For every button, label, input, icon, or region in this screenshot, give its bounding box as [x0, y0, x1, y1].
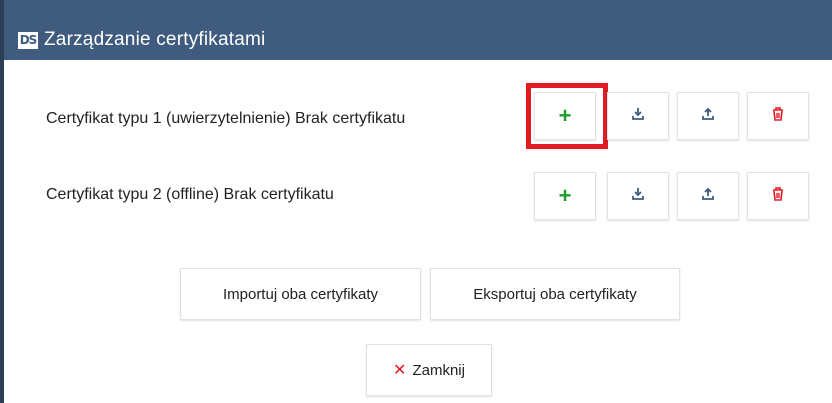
- dialog-title: Zarządzanie certyfikatami: [44, 29, 266, 50]
- import-both-label: Importuj oba certyfikaty: [222, 285, 379, 303]
- download-certificate-type2-button[interactable]: [607, 172, 669, 220]
- certificate-type2-label: Certyfikat typu 2 (offline) Brak certyfi…: [46, 186, 334, 203]
- plus-icon: +: [558, 103, 572, 128]
- delete-certificate-type2-button[interactable]: [747, 172, 809, 220]
- certificate-type1-label: Certyfikat typu 1 (uwierzytelnienie) Bra…: [46, 110, 406, 127]
- trash-icon: [771, 106, 785, 127]
- upload-icon: [701, 107, 715, 126]
- import-both-certificates-button[interactable]: Importuj oba certyfikaty: [180, 268, 421, 320]
- app-logo: DS: [18, 32, 38, 49]
- upload-certificate-type2-button[interactable]: [677, 172, 739, 220]
- certificate-management-dialog: DS Zarządzanie certyfikatami Certyfikat …: [0, 0, 832, 403]
- dialog-titlebar: DS Zarządzanie certyfikatami: [0, 0, 832, 60]
- close-icon: ✕: [393, 362, 407, 379]
- add-certificate-type1-button[interactable]: +: [534, 92, 596, 140]
- download-certificate-type1-button[interactable]: [607, 92, 669, 140]
- plus-icon: +: [558, 183, 572, 208]
- trash-icon: [771, 186, 785, 207]
- download-icon: [631, 107, 645, 126]
- export-both-certificates-button[interactable]: Eksportuj oba certyfikaty: [430, 268, 680, 320]
- upload-icon: [701, 187, 715, 206]
- delete-certificate-type1-button[interactable]: [747, 92, 809, 140]
- export-both-label: Eksportuj oba certyfikaty: [473, 285, 637, 303]
- dialog-body: Certyfikat typu 1 (uwierzytelnienie) Bra…: [0, 60, 832, 403]
- upload-certificate-type1-button[interactable]: [677, 92, 739, 140]
- close-label: Zamknij: [412, 361, 465, 379]
- close-button[interactable]: ✕ Zamknij: [366, 344, 492, 396]
- add-certificate-type2-button[interactable]: +: [534, 172, 596, 220]
- download-icon: [631, 187, 645, 206]
